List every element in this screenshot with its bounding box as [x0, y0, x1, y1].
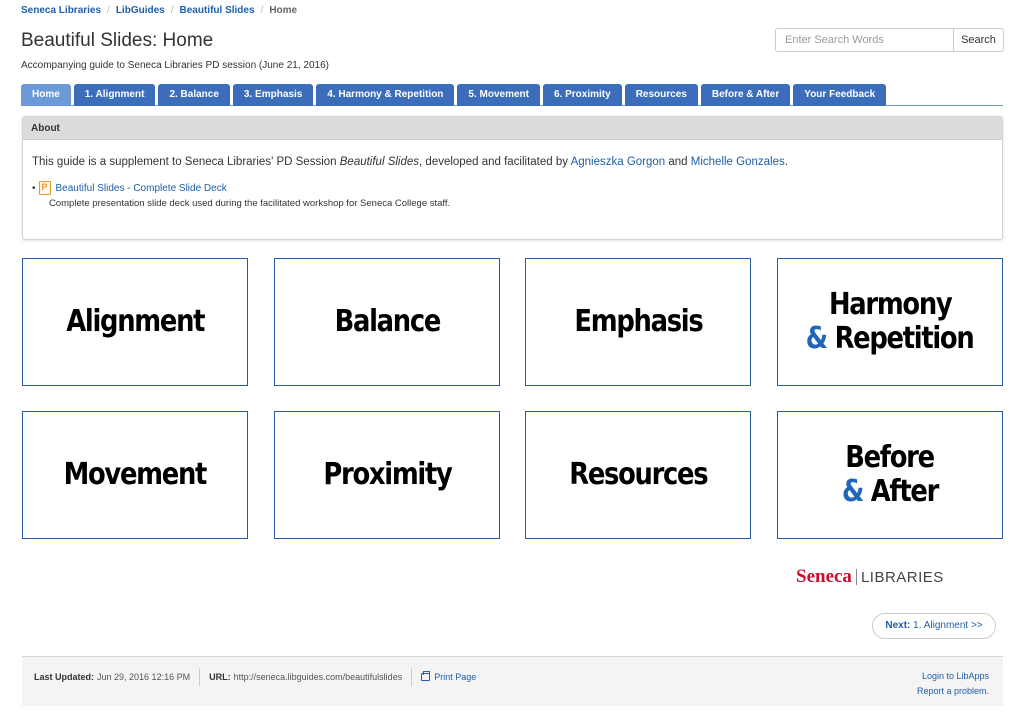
- logo-divider: [855, 569, 857, 585]
- page-title: Beautiful Slides: Home: [21, 30, 214, 51]
- breadcrumb: Seneca Libraries / LibGuides / Beautiful…: [21, 5, 297, 16]
- breadcrumb-separator: /: [170, 5, 174, 16]
- url-label: URL:: [209, 672, 231, 682]
- document-description: Complete presentation slide deck used du…: [49, 198, 451, 209]
- tab-your-feedback[interactable]: Your Feedback: [793, 84, 887, 106]
- intro-text: This guide is a supplement to Seneca Lib…: [32, 156, 340, 168]
- last-updated-value: Jun 29, 2016 12:16 PM: [97, 672, 191, 682]
- report-problem-link[interactable]: Report a problem.: [917, 686, 989, 696]
- tab-harmony-repetition[interactable]: 4. Harmony & Repetition: [316, 84, 455, 106]
- tile-harmony-repetition[interactable]: Harmony & Repetition: [777, 258, 1003, 386]
- author-link-agnieszka-gorgon[interactable]: Agnieszka Gorgon: [571, 156, 666, 168]
- tile-label: Resources: [568, 457, 708, 492]
- breadcrumb-separator: /: [260, 5, 264, 16]
- next-target: 1. Alignment >>: [910, 620, 983, 631]
- intro-text: .: [784, 156, 788, 168]
- tile-movement[interactable]: Movement: [22, 411, 248, 539]
- tab-balance[interactable]: 2. Balance: [158, 84, 230, 106]
- intro-text: and: [665, 156, 691, 168]
- tile-resources[interactable]: Resources: [525, 411, 751, 539]
- breadcrumb-libguides[interactable]: LibGuides: [116, 5, 165, 16]
- tab-proximity[interactable]: 6. Proximity: [543, 84, 622, 106]
- last-updated-label: Last Updated:: [34, 672, 95, 682]
- about-panel-body: This guide is a supplement to Seneca Lib…: [23, 140, 1002, 209]
- tile-label: Movement: [63, 457, 208, 492]
- login-libapps-link[interactable]: Login to LibApps: [922, 671, 989, 681]
- tile-label: After: [863, 474, 940, 509]
- tile-label: Repetition: [827, 321, 975, 356]
- slide-deck-link[interactable]: Beautiful Slides - Complete Slide Deck: [56, 183, 227, 194]
- tile-label: Alignment: [66, 304, 205, 339]
- tab-movement[interactable]: 5. Movement: [457, 84, 540, 106]
- tile-label: Emphasis: [573, 304, 703, 339]
- powerpoint-file-icon: [38, 181, 51, 195]
- tile-label: Before: [845, 440, 936, 475]
- tab-resources[interactable]: Resources: [624, 84, 698, 106]
- bullet-icon: •: [32, 182, 36, 194]
- tile-label: Balance: [334, 304, 441, 339]
- author-link-michelle-gonzales[interactable]: Michelle Gonzales: [691, 156, 785, 168]
- footer-meta: Last Updated: Jun 29, 2016 12:16 PM URL: h…: [34, 668, 476, 686]
- url-value: http://seneca.libguides.com/beautifulsli…: [233, 672, 403, 682]
- tile-label-line2: & Repetition: [806, 321, 975, 356]
- footer-divider: [199, 668, 201, 686]
- tile-emphasis[interactable]: Emphasis: [525, 258, 751, 386]
- tile-balance[interactable]: Balance: [274, 258, 500, 386]
- tile-label: Proximity: [322, 457, 452, 492]
- search-button[interactable]: Search: [954, 28, 1004, 52]
- next-page-button[interactable]: Next: 1. Alignment >>: [872, 613, 996, 639]
- page-subtitle: Accompanying guide to Seneca Libraries P…: [21, 60, 329, 71]
- breadcrumb-beautiful-slides[interactable]: Beautiful Slides: [180, 5, 255, 16]
- tile-alignment[interactable]: Alignment: [22, 258, 248, 386]
- tile-ampersand: &: [806, 321, 828, 356]
- intro-text: , developed and facilitated by: [419, 156, 571, 168]
- tab-home[interactable]: Home: [21, 84, 71, 106]
- tile-before-after[interactable]: Before & After: [777, 411, 1003, 539]
- last-updated: Last Updated: Jun 29, 2016 12:16 PM: [34, 672, 190, 682]
- tile-label-line2: & After: [841, 474, 940, 509]
- search-form: Search: [775, 28, 1004, 52]
- logo-text: LIBRARIES: [860, 568, 944, 586]
- logo-brand: Seneca: [796, 566, 852, 587]
- page-url: URL: http://seneca.libguides.com/beautifu…: [209, 672, 402, 682]
- print-label: Print Page: [434, 672, 477, 682]
- tab-before-after[interactable]: Before & After: [700, 84, 791, 106]
- next-label: Next:: [885, 620, 911, 631]
- about-panel-header: About: [23, 117, 1002, 140]
- document-item: • Beautiful Slides - Complete Slide Deck: [32, 181, 994, 195]
- about-panel: About This guide is a supplement to Sene…: [22, 116, 1003, 240]
- tab-alignment[interactable]: 1. Alignment: [73, 84, 156, 106]
- footer-links: Login to LibApps Report a problem.: [917, 669, 989, 699]
- about-intro: This guide is a supplement to Seneca Lib…: [32, 156, 994, 168]
- breadcrumb-separator: /: [107, 5, 110, 16]
- tile-ampersand: &: [841, 474, 864, 509]
- breadcrumb-seneca-libraries[interactable]: Seneca Libraries: [21, 5, 101, 16]
- seneca-libraries-logo: Seneca LIBRARIES: [796, 566, 944, 588]
- search-input[interactable]: [775, 28, 954, 52]
- breadcrumb-current: Home: [269, 5, 298, 16]
- tab-emphasis[interactable]: 3. Emphasis: [232, 84, 314, 106]
- guide-tabs: Home 1. Alignment 2. Balance 3. Emphasis…: [21, 84, 1003, 106]
- print-page-link[interactable]: Print Page: [421, 671, 477, 682]
- tile-label: Harmony: [828, 287, 953, 322]
- tile-proximity[interactable]: Proximity: [274, 411, 500, 539]
- intro-session-title: Beautiful Slides: [339, 156, 420, 168]
- print-icon: [421, 671, 431, 681]
- page-footer: Last Updated: Jun 29, 2016 12:16 PM URL: h…: [22, 656, 1003, 706]
- footer-divider: [411, 668, 413, 686]
